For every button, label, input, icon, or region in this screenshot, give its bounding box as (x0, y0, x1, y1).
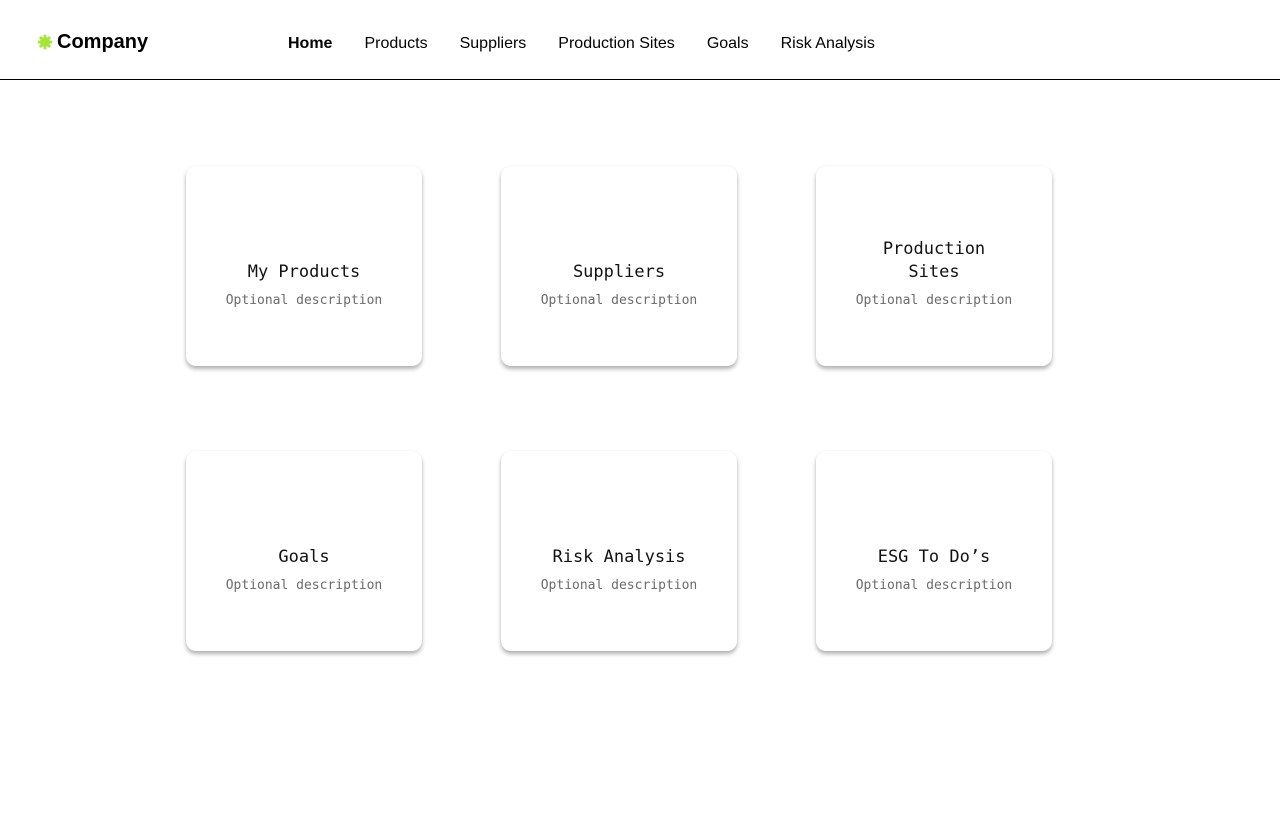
card-description: Optional description (855, 293, 1013, 308)
company-logo[interactable]: Company (37, 30, 148, 54)
card-title: Goals (278, 547, 330, 567)
card-goals[interactable]: Goals Optional description (186, 451, 422, 651)
card-description: Optional description (225, 578, 383, 593)
card-title: My Products (247, 262, 361, 282)
card-production-sites[interactable]: Production Sites Optional description (816, 166, 1052, 366)
card-description: Optional description (855, 578, 1013, 593)
card-my-products[interactable]: My Products Optional description (186, 166, 422, 366)
dashboard-card-grid: My Products Optional description Supplie… (186, 166, 1052, 651)
card-risk-analysis[interactable]: Risk Analysis Optional description (501, 451, 737, 651)
gear-icon (37, 34, 53, 50)
card-title: Suppliers (572, 262, 666, 282)
card-title: ESG To Do’s (877, 547, 991, 567)
nav-item-production-sites[interactable]: Production Sites (558, 33, 675, 55)
card-description: Optional description (540, 293, 698, 308)
card-title: Risk Analysis (552, 547, 686, 567)
card-title: Production Sites (882, 239, 986, 282)
nav-item-home[interactable]: Home (288, 33, 332, 55)
card-description: Optional description (225, 293, 383, 308)
nav-item-suppliers[interactable]: Suppliers (460, 33, 527, 55)
card-description: Optional description (540, 578, 698, 593)
card-esg-to-dos[interactable]: ESG To Do’s Optional description (816, 451, 1052, 651)
nav-item-risk-analysis[interactable]: Risk Analysis (781, 33, 875, 55)
company-name: Company (57, 31, 149, 53)
nav-item-goals[interactable]: Goals (707, 33, 749, 55)
top-navigation-bar: Company Home Products Suppliers Producti… (0, 0, 1280, 80)
card-suppliers[interactable]: Suppliers Optional description (501, 166, 737, 366)
nav-item-products[interactable]: Products (364, 33, 427, 55)
main-nav: Home Products Suppliers Production Sites… (288, 33, 875, 55)
